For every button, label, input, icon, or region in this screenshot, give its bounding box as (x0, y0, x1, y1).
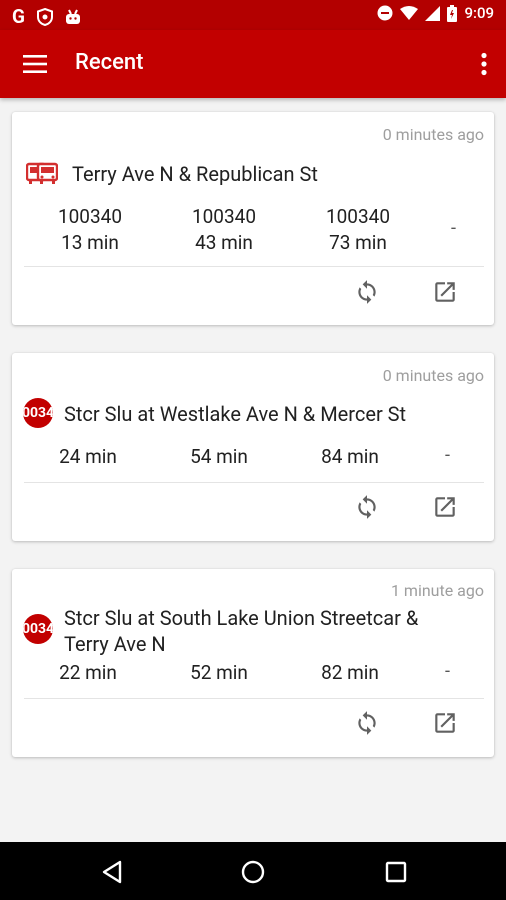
route-id: 100340 (191, 205, 257, 228)
arrival-time: 13 min (61, 231, 119, 254)
refresh-icon[interactable] (354, 494, 380, 520)
stop-name-line: Stcr Slu at South Lake Union Streetcar & (64, 606, 419, 630)
open-external-icon[interactable] (432, 279, 458, 305)
arrival-item: 100340 43 min (169, 204, 279, 256)
recent-stop-card[interactable]: 1 minute ago 0034 Stcr Slu at South Lake… (12, 569, 494, 757)
signal-icon (425, 5, 441, 21)
back-icon[interactable] (99, 859, 125, 885)
arrival-item: 100340 73 min (303, 204, 413, 256)
more-options-icon[interactable] (480, 52, 488, 76)
system-navigation-bar (0, 842, 506, 900)
stop-name: Terry Ave N & Republican St (72, 162, 318, 186)
stop-name-line: Terry Ave N (64, 632, 166, 656)
arrival-time: 54 min (190, 445, 248, 468)
more-arrivals-placeholder: - (445, 661, 450, 682)
recents-icon[interactable] (383, 859, 409, 885)
android-icon (65, 9, 80, 24)
more-arrivals-placeholder: - (451, 218, 456, 239)
divider (24, 482, 484, 483)
arrival-time: 22 min (59, 661, 117, 684)
shield-icon (36, 7, 53, 26)
google-icon: G (12, 5, 25, 28)
status-bar: G 9:09 (0, 0, 506, 30)
arrival-item: 100340 13 min (35, 204, 145, 256)
open-external-icon[interactable] (432, 710, 458, 736)
refresh-icon[interactable] (354, 710, 380, 736)
updated-time: 0 minutes ago (382, 366, 484, 385)
recent-stop-card[interactable]: 0 minutes ago 0034 Stcr Slu at Westlake … (12, 353, 494, 541)
more-arrivals-placeholder: - (445, 445, 450, 466)
divider (24, 698, 484, 699)
wifi-icon (400, 5, 419, 20)
bus-icon (26, 162, 58, 184)
battery-icon (447, 4, 458, 22)
arrival-time: 82 min (321, 661, 379, 684)
route-id: 100340 (57, 205, 123, 228)
arrival-time: 84 min (321, 445, 379, 468)
arrival-time: 52 min (190, 661, 248, 684)
home-icon[interactable] (240, 859, 266, 885)
stop-name: Stcr Slu at South Lake Union Streetcar &… (64, 605, 418, 657)
divider (24, 266, 484, 267)
route-badge: 0034 (23, 398, 53, 428)
app-bar: Recent (0, 30, 506, 98)
recent-stop-card[interactable]: 0 minutes ago Terry Ave N & Republican S… (12, 112, 494, 325)
stop-name: Stcr Slu at Westlake Ave N & Mercer St (64, 402, 407, 426)
open-external-icon[interactable] (432, 494, 458, 520)
status-time: 9:09 (464, 4, 494, 22)
arrival-time: 43 min (195, 231, 253, 254)
route-badge: 0034 (23, 614, 53, 644)
updated-time: 1 minute ago (390, 581, 484, 600)
updated-time: 0 minutes ago (382, 125, 484, 144)
menu-icon[interactable] (22, 52, 48, 76)
page-title: Recent (75, 50, 144, 75)
refresh-icon[interactable] (354, 279, 380, 305)
do-not-disturb-icon (377, 5, 393, 21)
arrival-time: 24 min (59, 445, 117, 468)
arrival-time: 73 min (329, 231, 387, 254)
route-id: 100340 (325, 205, 391, 228)
